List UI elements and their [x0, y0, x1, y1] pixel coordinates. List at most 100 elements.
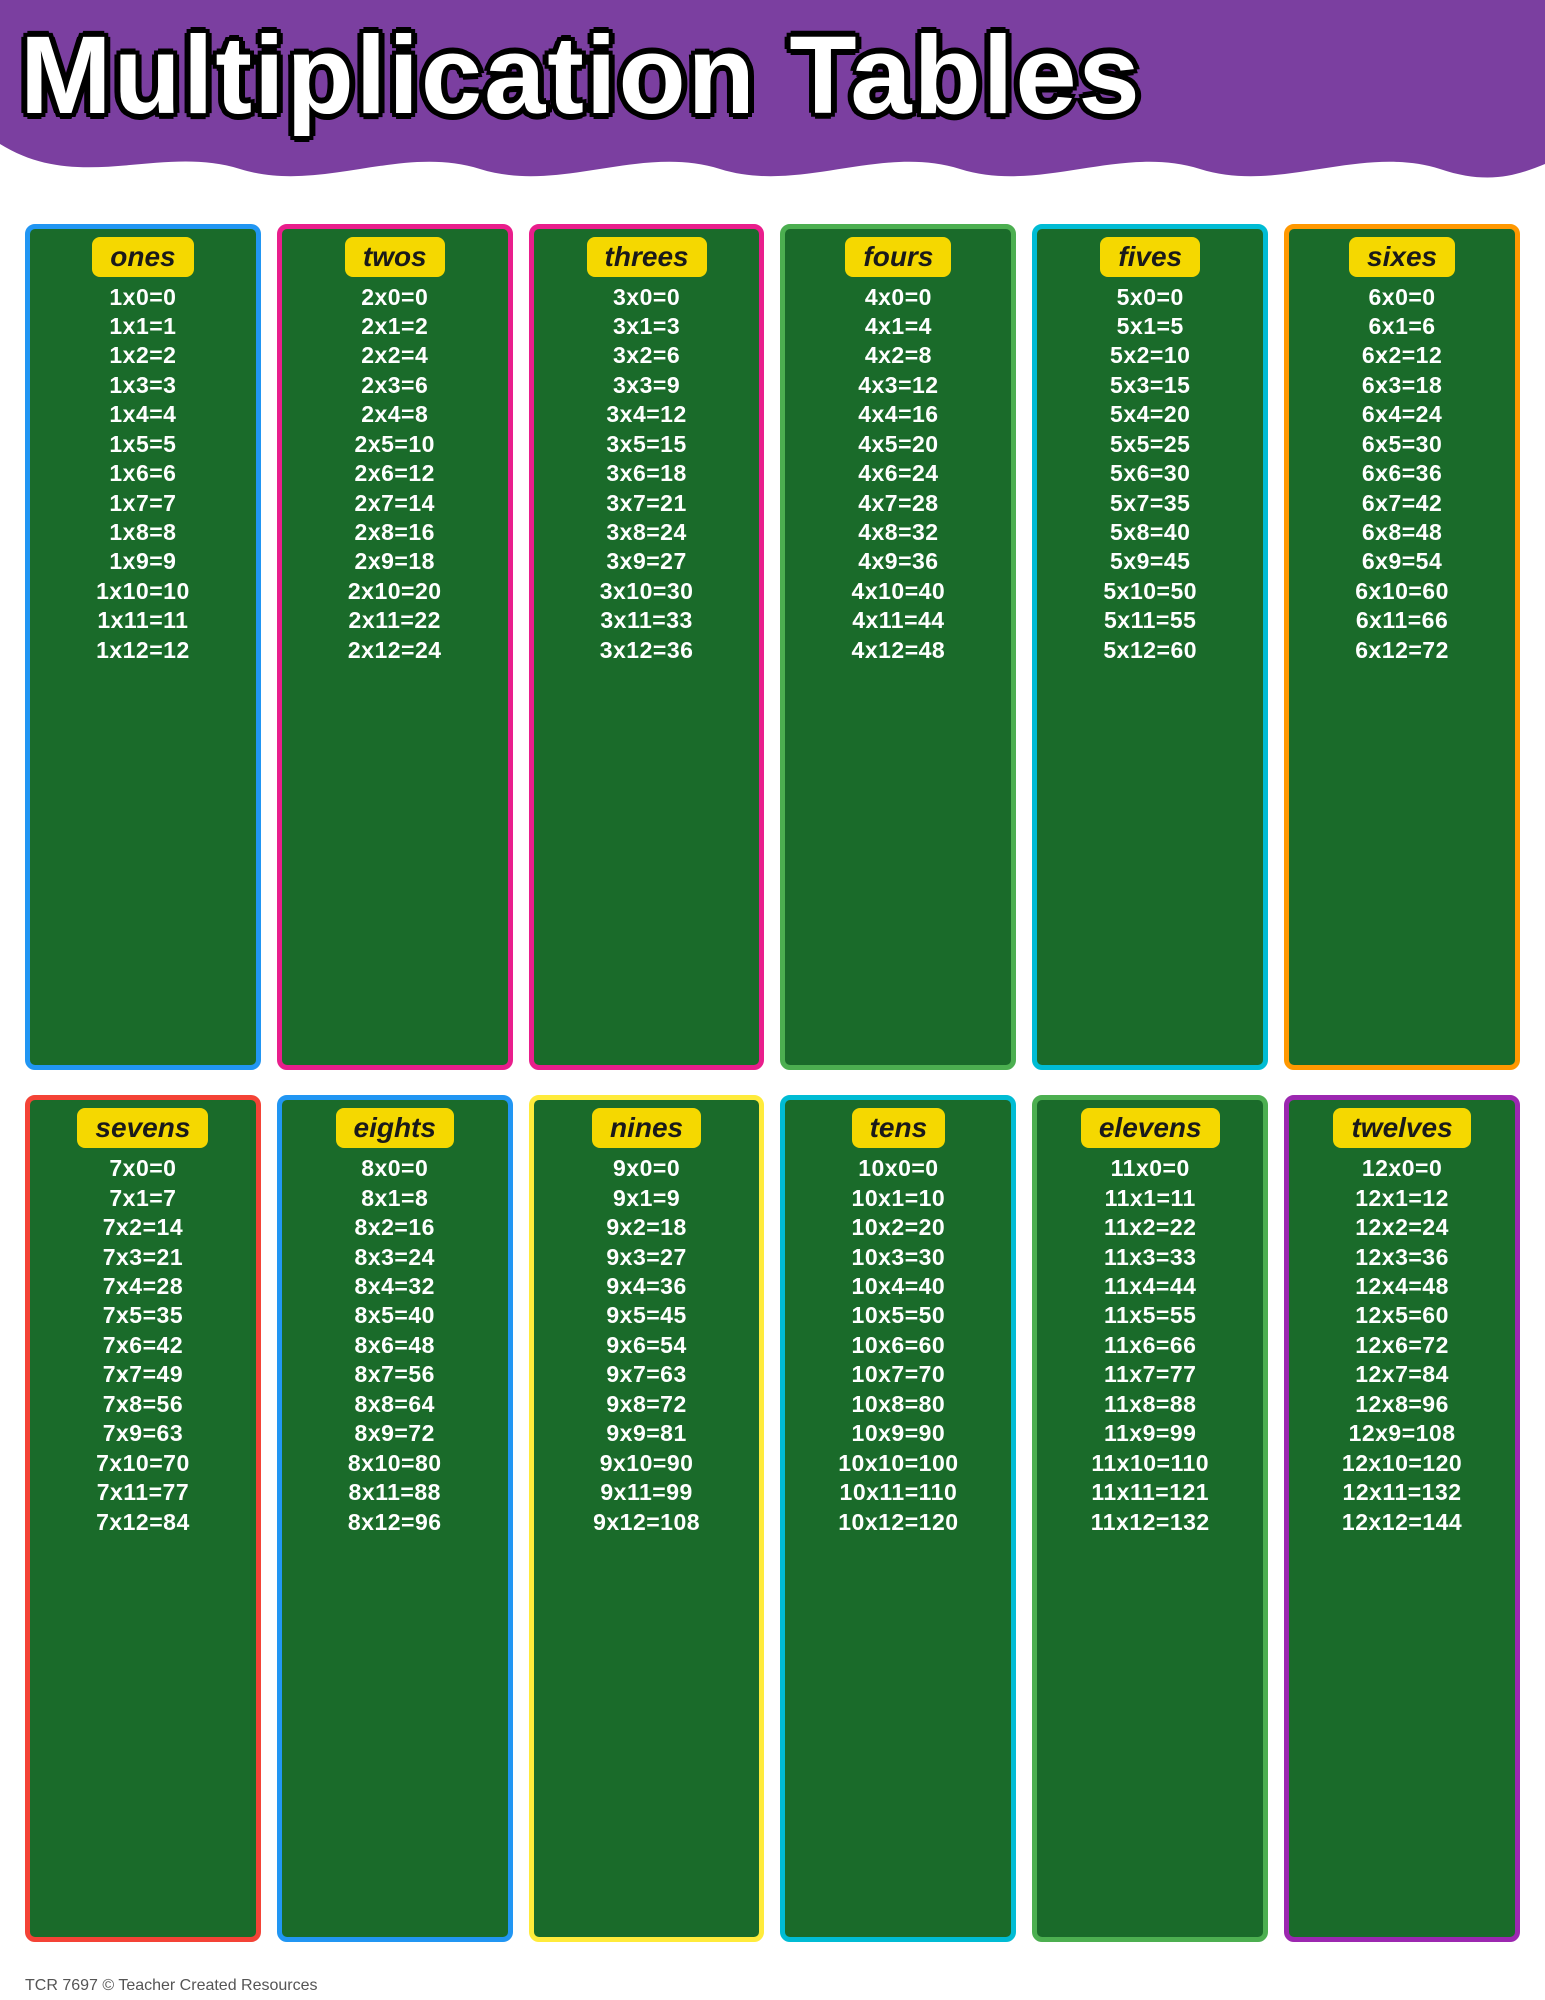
equation: 10x12=120: [838, 1508, 958, 1537]
equation: 12x11=132: [1343, 1478, 1462, 1507]
equation: 11x11=121: [1091, 1478, 1209, 1507]
equation: 4x11=44: [852, 606, 944, 635]
equation: 7x12=84: [96, 1508, 190, 1537]
equation: 3x4=12: [606, 400, 686, 429]
page-title: Multiplication Tables: [20, 18, 1525, 144]
equation: 7x7=49: [103, 1360, 183, 1389]
equation: 4x8=32: [858, 518, 938, 547]
equation: 5x6=30: [1110, 459, 1190, 488]
equation: 4x7=28: [858, 489, 938, 518]
equation: 6x7=42: [1362, 489, 1442, 518]
equation: 9x5=45: [606, 1301, 686, 1330]
equation: 5x11=55: [1104, 606, 1196, 635]
page: Multiplication Tables ones1x0=01x1=11x2=…: [0, 0, 1545, 2000]
equation: 6x3=18: [1362, 371, 1442, 400]
equation: 4x2=8: [865, 341, 932, 370]
equation: 3x2=6: [613, 341, 680, 370]
equation: 10x8=80: [852, 1390, 946, 1419]
equation: 12x9=108: [1349, 1419, 1456, 1448]
equation: 12x8=96: [1355, 1390, 1449, 1419]
equation: 7x1=7: [109, 1184, 176, 1213]
equation: 2x11=22: [349, 606, 441, 635]
equation: 3x10=30: [600, 577, 694, 606]
equation: 12x12=144: [1342, 1508, 1462, 1537]
equation: 1x5=5: [109, 430, 176, 459]
equation: 7x11=77: [97, 1478, 189, 1507]
equation: 5x5=25: [1110, 430, 1190, 459]
equation: 11x5=55: [1104, 1301, 1196, 1330]
equation: 8x5=40: [355, 1301, 435, 1330]
equation: 10x1=10: [852, 1184, 946, 1213]
equation: 7x6=42: [103, 1331, 183, 1360]
equation: 2x0=0: [361, 283, 428, 312]
table-card-eights: eights 8x0=08x1=88x2=168x3=248x4=328x5=40…: [277, 1095, 513, 1942]
equation: 11x7=77: [1104, 1360, 1196, 1389]
equation: 10x2=20: [852, 1213, 946, 1242]
table-equations-eights: 8x0=08x1=88x2=168x3=248x4=328x5=408x6=48…: [288, 1154, 502, 1537]
table-equations-elevens: 11x0=011x1=1111x2=2211x3=3311x4=4411x5=5…: [1043, 1154, 1257, 1537]
table-card-fours: fours4x0=04x1=44x2=84x3=124x4=164x5=204x…: [780, 224, 1016, 1071]
table-card-fives: fives5x0=05x1=55x2=105x3=155x4=205x5=255…: [1032, 224, 1268, 1071]
equation: 3x11=33: [600, 606, 692, 635]
equation: 7x9=63: [103, 1419, 183, 1448]
equation: 9x1=9: [613, 1184, 680, 1213]
equation: 12x5=60: [1355, 1301, 1449, 1330]
equation: 3x5=15: [606, 430, 686, 459]
equation: 8x11=88: [349, 1478, 441, 1507]
equation: 1x0=0: [109, 283, 176, 312]
equation: 3x8=24: [606, 518, 686, 547]
table-card-nines: nines9x0=09x1=99x2=189x3=279x4=369x5=459…: [529, 1095, 765, 1942]
equation: 12x6=72: [1355, 1331, 1449, 1360]
equation: 5x1=5: [1117, 312, 1184, 341]
equation: 4x5=20: [858, 430, 938, 459]
table-equations-sixes: 6x0=06x1=66x2=126x3=186x4=246x5=306x6=36…: [1295, 283, 1509, 666]
equation: 6x2=12: [1362, 341, 1442, 370]
equation: 9x6=54: [606, 1331, 686, 1360]
table-label-elevens: elevens: [1081, 1108, 1220, 1148]
table-card-sevens: sevens7x0=07x1=77x2=147x3=217x4=287x5=35…: [25, 1095, 261, 1942]
equation: 4x1=4: [865, 312, 932, 341]
equation: 1x6=6: [109, 459, 176, 488]
table-label-nines: nines: [592, 1108, 701, 1148]
equation: 6x9=54: [1362, 547, 1442, 576]
equation: 5x3=15: [1110, 371, 1190, 400]
equation: 1x1=1: [109, 312, 176, 341]
header: Multiplication Tables: [0, 0, 1545, 144]
equation: 5x7=35: [1110, 489, 1190, 518]
equation: 5x0=0: [1117, 283, 1184, 312]
equation: 2x12=24: [348, 636, 442, 665]
equation: 2x2=4: [361, 341, 428, 370]
equation: 5x4=20: [1110, 400, 1190, 429]
equation: 8x12=96: [348, 1508, 442, 1537]
equation: 10x4=40: [852, 1272, 946, 1301]
table-label-sevens: sevens: [77, 1108, 208, 1148]
equation: 12x1=12: [1355, 1184, 1449, 1213]
equation: 2x10=20: [348, 577, 442, 606]
table-card-elevens: elevens 11x0=011x1=1111x2=2211x3=3311x4=4…: [1032, 1095, 1268, 1942]
table-equations-twos: 2x0=02x1=22x2=42x3=62x4=82x5=102x6=122x7…: [288, 283, 502, 666]
equation: 3x1=3: [613, 312, 680, 341]
equation: 3x6=18: [606, 459, 686, 488]
equation: 11x10=110: [1091, 1449, 1209, 1478]
equation: 5x8=40: [1110, 518, 1190, 547]
equation: 7x10=70: [96, 1449, 190, 1478]
equation: 6x0=0: [1369, 283, 1436, 312]
equation: 9x0=0: [613, 1154, 680, 1183]
equation: 4x3=12: [858, 371, 938, 400]
equation: 2x4=8: [361, 400, 428, 429]
equation: 11x8=88: [1104, 1390, 1196, 1419]
equation: 6x12=72: [1355, 636, 1449, 665]
bottom-row: sevens7x0=07x1=77x2=147x3=217x4=287x5=35…: [25, 1095, 1520, 1942]
content-area: ones1x0=01x1=11x2=21x3=31x4=41x5=51x6=61…: [0, 194, 1545, 1973]
equation: 5x9=45: [1110, 547, 1190, 576]
table-label-eights: eights: [336, 1108, 454, 1148]
equation: 9x2=18: [606, 1213, 686, 1242]
equation: 6x5=30: [1362, 430, 1442, 459]
table-card-ones: ones1x0=01x1=11x2=21x3=31x4=41x5=51x6=61…: [25, 224, 261, 1071]
equation: 11x1=11: [1105, 1184, 1196, 1213]
equation: 1x8=8: [109, 518, 176, 547]
table-card-threes: threes3x0=03x1=33x2=63x3=93x4=123x5=153x…: [529, 224, 765, 1071]
equation: 7x3=21: [103, 1243, 183, 1272]
equation: 9x3=27: [606, 1243, 686, 1272]
equation: 5x10=50: [1103, 577, 1197, 606]
